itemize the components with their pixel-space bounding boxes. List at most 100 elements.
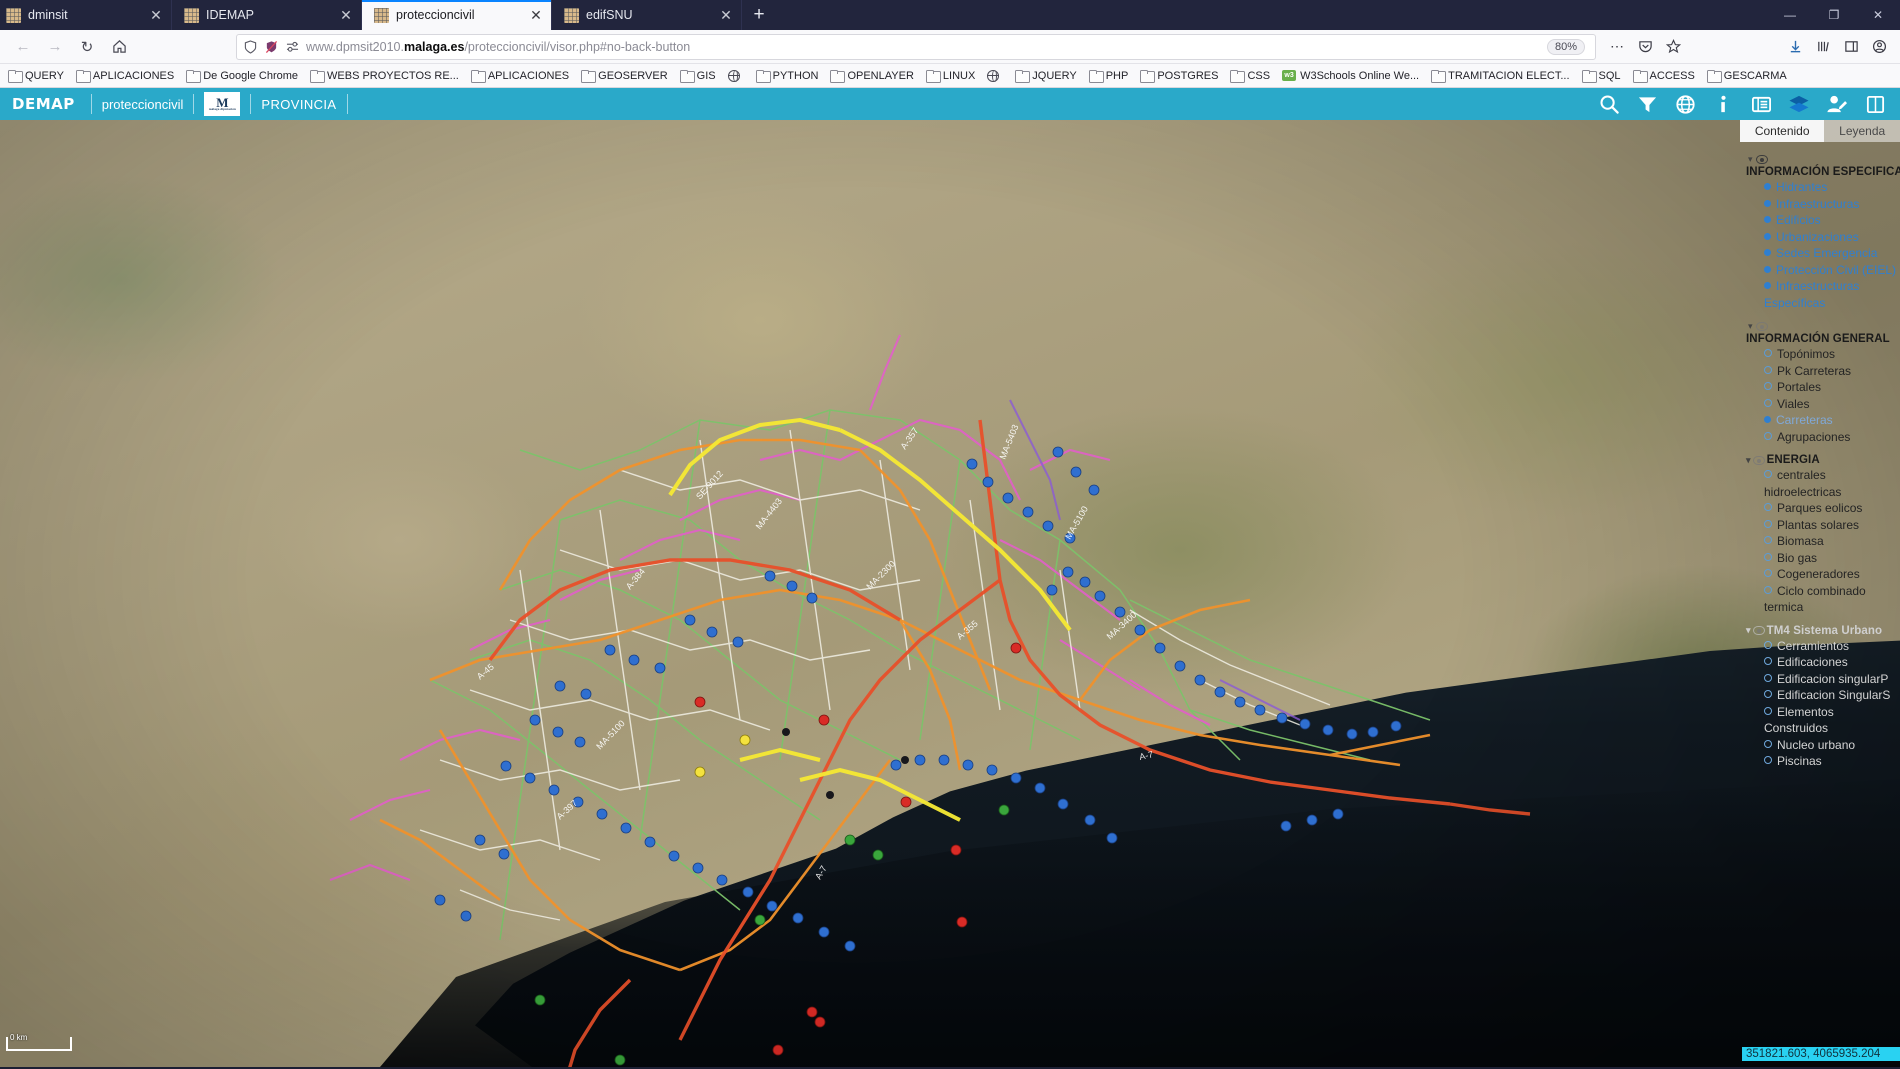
layer-item-edificios[interactable]: Edificios (1764, 212, 1900, 229)
browser-tab[interactable]: IDEMAP ✕ (172, 0, 362, 30)
table-icon[interactable] (1750, 93, 1772, 115)
bookmark-item[interactable]: ACCESS (1627, 66, 1701, 86)
zoom-level-badge[interactable]: 80% (1547, 39, 1585, 55)
layer-item-elementos-construidos[interactable]: Elementos Construidos (1764, 704, 1900, 737)
bookmark-star-icon[interactable] (1660, 34, 1686, 60)
layer-item-edificaciones[interactable]: Edificaciones (1764, 654, 1900, 671)
filter-icon[interactable] (1636, 93, 1658, 115)
bookmark-item[interactable]: w3W3Schools Online We... (1276, 66, 1425, 86)
browser-tab-active[interactable]: proteccioncivil ✕ (362, 0, 552, 30)
layer-item-piscinas[interactable]: Piscinas (1764, 753, 1900, 770)
layers-panel[interactable]: Contenido Leyenda ▾ INFORMACIÓN ESPECIFI… (1740, 120, 1900, 1067)
search-icon[interactable] (1598, 93, 1620, 115)
layer-item-sedes-emergencia[interactable]: Sedes Emergencia (1764, 245, 1900, 262)
bookmark-item[interactable]: LINUX (920, 66, 981, 86)
url-text[interactable]: www.dpmsit2010.malaga.es/proteccioncivil… (306, 40, 1540, 54)
layer-item-pk-carreteras[interactable]: Pk Carreteras (1764, 363, 1900, 380)
layer-item-cogeneradores[interactable]: Cogeneradores (1764, 566, 1900, 583)
layer-item-nucleo-urbano[interactable]: Nucleo urbano (1764, 737, 1900, 754)
bookmark-item[interactable]: APLICACIONES (465, 66, 575, 86)
bookmark-item[interactable]: WEBS PROYECTOS RE... (304, 66, 465, 86)
tab-close-icon[interactable]: ✕ (149, 8, 163, 22)
layer-item-parques-eolicos[interactable]: Parques eolicos (1764, 500, 1900, 517)
restore-button[interactable]: ❐ (1812, 0, 1856, 30)
chevron-down-icon[interactable]: ▾ (1748, 154, 1753, 165)
layer-item-infraestructuras-especificas[interactable]: Infraestructuras Específicas (1764, 278, 1900, 311)
bookmark-item[interactable]: QUERY (2, 66, 70, 86)
bookmark-item[interactable]: CSS (1224, 66, 1276, 86)
chevron-down-icon[interactable]: ▾ (1746, 625, 1751, 636)
bookmark-item[interactable]: APLICACIONES (70, 66, 180, 86)
page-actions-button[interactable]: ⋯ (1604, 34, 1630, 60)
tab-close-icon[interactable]: ✕ (339, 8, 353, 22)
info-icon[interactable] (1712, 93, 1734, 115)
layer-item-portales[interactable]: Portales (1764, 379, 1900, 396)
globe-icon[interactable] (1674, 93, 1696, 115)
visibility-eye-icon[interactable] (1756, 322, 1768, 331)
layer-item-agrupaciones[interactable]: Agrupaciones (1764, 429, 1900, 446)
bookmark-item[interactable]: JQUERY (1009, 66, 1082, 86)
chevron-down-icon[interactable]: ▾ (1746, 455, 1751, 466)
reload-button[interactable]: ↻ (72, 33, 102, 61)
layer-item-urbanizaciones[interactable]: Urbanizaciones (1764, 229, 1900, 246)
group-toggle-row[interactable]: ▾ (1748, 320, 1900, 333)
visibility-eye-icon[interactable] (1753, 456, 1765, 465)
bookmark-item[interactable]: GIS (674, 66, 722, 86)
layer-item-viales[interactable]: Viales (1764, 396, 1900, 413)
layer-item-edificacion-singularp[interactable]: Edificacion singularP (1764, 671, 1900, 688)
tab-close-icon[interactable]: ✕ (719, 8, 733, 22)
bookmark-item[interactable] (722, 66, 750, 86)
group-toggle-row[interactable]: ▾ (1748, 153, 1900, 166)
chevron-down-icon[interactable]: ▾ (1748, 321, 1753, 332)
bookmark-item[interactable]: OPENLAYER (824, 66, 919, 86)
bookmark-item[interactable]: TRAMITACION ELECT... (1425, 66, 1575, 86)
pocket-icon[interactable] (1632, 34, 1658, 60)
home-button[interactable] (104, 33, 134, 61)
layers-icon[interactable] (1788, 93, 1810, 115)
layer-item-toponimos[interactable]: Topónimos (1764, 346, 1900, 363)
permissions-icon[interactable] (285, 41, 299, 53)
browser-tab[interactable]: dminsit ✕ (0, 0, 172, 30)
layer-item-cerramientos[interactable]: Cerramientos (1764, 638, 1900, 655)
layer-item-bio-gas[interactable]: Bio gas (1764, 550, 1900, 567)
shield-icon[interactable] (243, 40, 257, 54)
minimize-button[interactable]: — (1768, 0, 1812, 30)
layer-item-proteccion-civil-eiel[interactable]: Protección Civil (EIEL) (1764, 262, 1900, 279)
library-icon[interactable] (1810, 34, 1836, 60)
bookmark-item[interactable]: POSTGRES (1134, 66, 1224, 86)
layer-item-carreteras[interactable]: Carreteras (1764, 412, 1900, 429)
tab-close-icon[interactable]: ✕ (529, 8, 543, 22)
tab-contenido[interactable]: Contenido (1740, 120, 1824, 142)
bookmark-item[interactable]: GESCARMA (1701, 66, 1793, 86)
print-icon[interactable] (1864, 93, 1886, 115)
layer-item-infraestructuras[interactable]: Infraestructuras (1764, 196, 1900, 213)
group-title-row[interactable]: ▾ TM4 Sistema Urbano (1746, 625, 1900, 637)
visibility-eye-icon[interactable] (1756, 155, 1768, 164)
bookmark-item[interactable] (981, 66, 1009, 86)
layer-item-centrales-hidroelectricas[interactable]: centrales hidroelectricas (1764, 467, 1900, 500)
layer-item-plantas-solares[interactable]: Plantas solares (1764, 517, 1900, 534)
url-bar[interactable]: www.dpmsit2010.malaga.es/proteccioncivil… (236, 34, 1596, 60)
browser-tab[interactable]: edifSNU ✕ (552, 0, 742, 30)
group-title-row[interactable]: ▾ ENERGIA (1746, 454, 1900, 466)
sidebar-icon[interactable] (1838, 34, 1864, 60)
downloads-icon[interactable] (1782, 34, 1808, 60)
back-button[interactable]: ← (8, 33, 38, 61)
bookmark-item[interactable]: SQL (1576, 66, 1627, 86)
user-edit-icon[interactable] (1826, 93, 1848, 115)
layer-item-biomasa[interactable]: Biomasa (1764, 533, 1900, 550)
bookmark-item[interactable]: PYTHON (750, 66, 825, 86)
tab-leyenda[interactable]: Leyenda (1824, 120, 1900, 142)
forward-button[interactable]: → (40, 33, 70, 61)
close-window-button[interactable]: ✕ (1856, 0, 1900, 30)
new-tab-button[interactable]: + (742, 0, 776, 30)
map-stage[interactable]: A-357 MA-5403 MA-5100 SE-9012 MA-4403 A-… (0, 120, 1900, 1067)
tracking-protection-icon[interactable] (264, 40, 278, 54)
bookmark-item[interactable]: De Google Chrome (180, 66, 304, 86)
visibility-eye-icon[interactable] (1753, 626, 1765, 635)
layer-item-hidrantes[interactable]: Hidrantes (1764, 179, 1900, 196)
account-icon[interactable] (1866, 34, 1892, 60)
bookmark-item[interactable]: GEOSERVER (575, 66, 674, 86)
bookmark-item[interactable]: PHP (1083, 66, 1135, 86)
layer-item-edificacion-singulars[interactable]: Edificacion SingularS (1764, 687, 1900, 704)
